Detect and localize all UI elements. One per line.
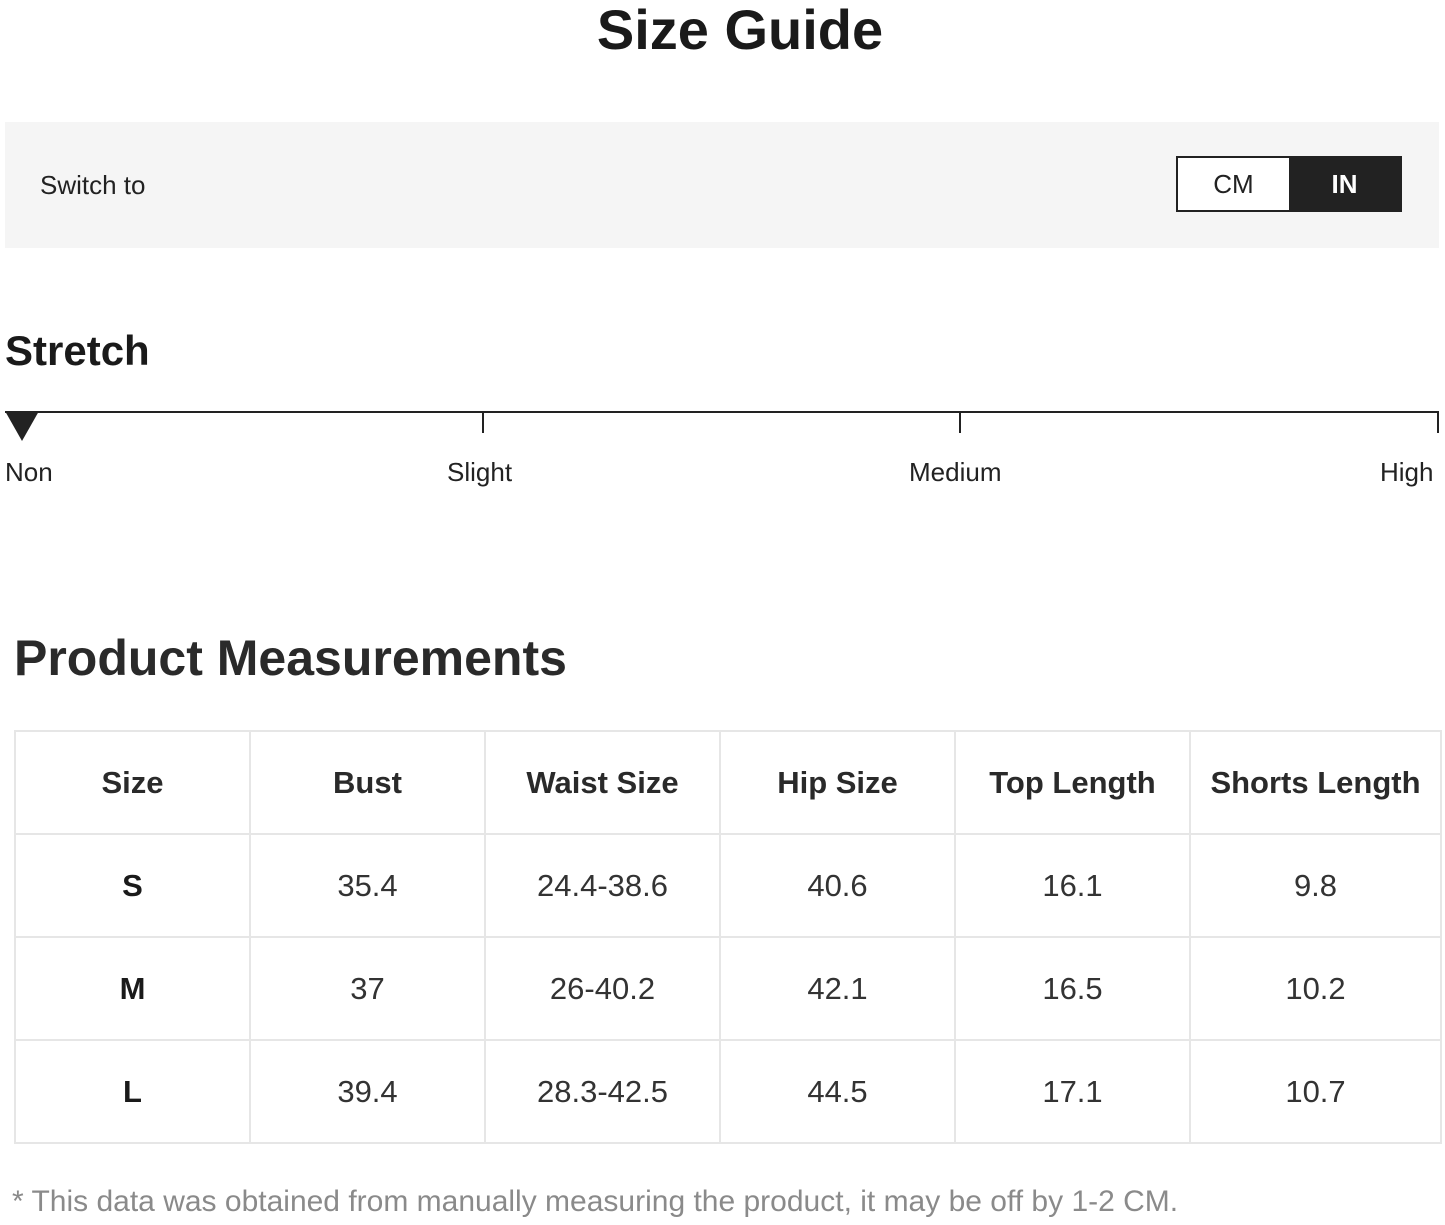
waist-cell: 26-40.2 bbox=[484, 936, 721, 1041]
bust-cell: 37 bbox=[249, 936, 486, 1041]
top-length-cell: 16.5 bbox=[954, 936, 1191, 1041]
header-shorts-length: Shorts Length bbox=[1189, 730, 1442, 835]
header-hip-size: Hip Size bbox=[719, 730, 956, 835]
header-bust: Bust bbox=[249, 730, 486, 835]
table-row: L 39.4 28.3-42.5 44.5 17.1 10.7 bbox=[14, 1039, 1442, 1144]
shorts-length-cell: 10.2 bbox=[1189, 936, 1442, 1041]
table-row: M 37 26-40.2 42.1 16.5 10.2 bbox=[14, 936, 1442, 1041]
stretch-marker-icon bbox=[5, 411, 39, 441]
scale-tick-high bbox=[1437, 411, 1439, 433]
hip-cell: 42.1 bbox=[719, 936, 956, 1041]
waist-cell: 24.4-38.6 bbox=[484, 833, 721, 938]
hip-cell: 40.6 bbox=[719, 833, 956, 938]
scale-tick-medium bbox=[959, 411, 961, 433]
bust-cell: 35.4 bbox=[249, 833, 486, 938]
page-title: Size Guide bbox=[596, 0, 884, 61]
size-cell: L bbox=[14, 1039, 251, 1144]
top-length-cell: 16.1 bbox=[954, 833, 1191, 938]
size-cell: M bbox=[14, 936, 251, 1041]
unit-cm-button[interactable]: CM bbox=[1178, 158, 1289, 210]
product-measurements-title: Product Measurements bbox=[14, 630, 567, 686]
hip-cell: 44.5 bbox=[719, 1039, 956, 1144]
top-length-cell: 17.1 bbox=[954, 1039, 1191, 1144]
scale-tick-slight bbox=[482, 411, 484, 433]
unit-in-button[interactable]: IN bbox=[1289, 158, 1400, 210]
stretch-label-slight: Slight bbox=[447, 457, 513, 487]
shorts-length-cell: 9.8 bbox=[1189, 833, 1442, 938]
unit-switch-bar: Switch to CM IN bbox=[5, 122, 1439, 248]
measurements-table: Size Bust Waist Size Hip Size Top Length… bbox=[14, 730, 1442, 1144]
header-size: Size bbox=[14, 730, 251, 835]
header-top-length: Top Length bbox=[954, 730, 1191, 835]
stretch-title: Stretch bbox=[5, 327, 150, 374]
switch-label: Switch to bbox=[40, 170, 146, 200]
stretch-scale: Non Slight Medium High bbox=[5, 405, 1441, 495]
size-cell: S bbox=[14, 833, 251, 938]
bust-cell: 39.4 bbox=[249, 1039, 486, 1144]
stretch-label-medium: Medium bbox=[909, 457, 1002, 487]
waist-cell: 28.3-42.5 bbox=[484, 1039, 721, 1144]
shorts-length-cell: 10.7 bbox=[1189, 1039, 1442, 1144]
stretch-scale-line bbox=[5, 411, 1439, 413]
header-waist-size: Waist Size bbox=[484, 730, 721, 835]
unit-toggle: CM IN bbox=[1176, 156, 1402, 212]
table-header-row: Size Bust Waist Size Hip Size Top Length… bbox=[14, 730, 1442, 835]
table-row: S 35.4 24.4-38.6 40.6 16.1 9.8 bbox=[14, 833, 1442, 938]
stretch-label-non: Non bbox=[5, 457, 53, 487]
stretch-label-high: High bbox=[1380, 457, 1434, 487]
measurement-footnote: * This data was obtained from manually m… bbox=[12, 1185, 1179, 1218]
